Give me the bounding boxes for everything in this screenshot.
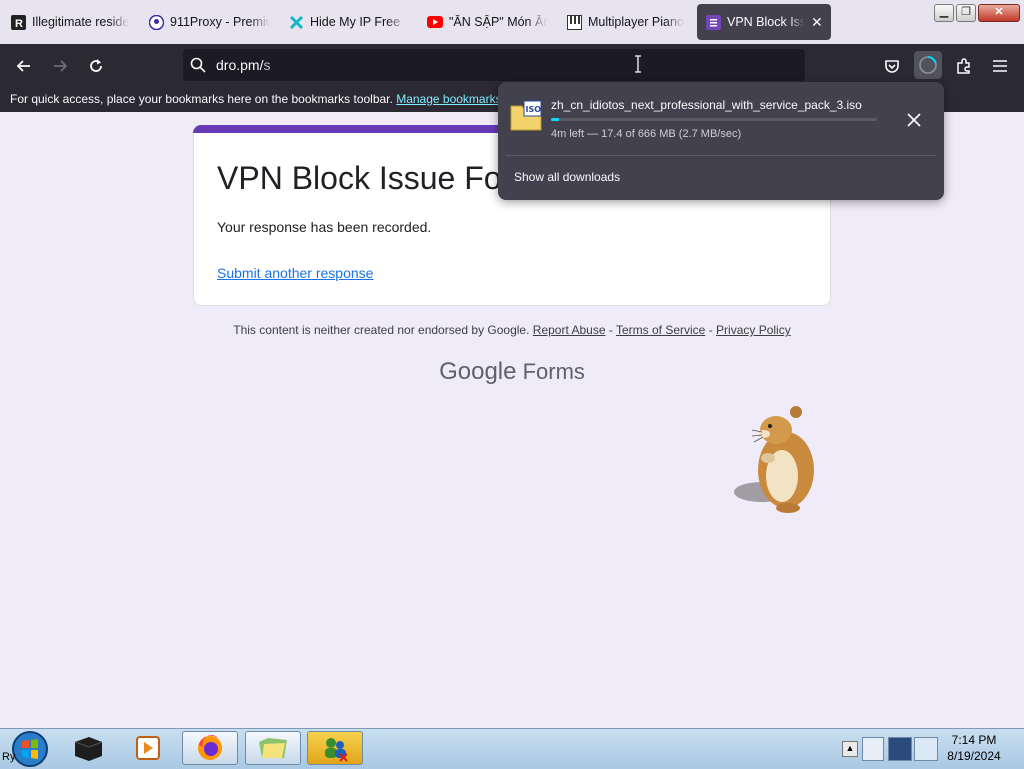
url-text[interactable]: dro.pm/s: [216, 57, 270, 73]
show-all-downloads-button[interactable]: Show all downloads: [514, 170, 620, 184]
minimize-icon[interactable]: ▁: [934, 4, 954, 22]
taskbar-app-box[interactable]: [60, 731, 116, 765]
reload-icon[interactable]: [84, 54, 108, 78]
tab-illegitimate[interactable]: R Illegitimate reside: [10, 4, 130, 40]
form-title: VPN Block Issue Form: [217, 160, 539, 196]
pocket-icon[interactable]: [880, 54, 904, 78]
restore-icon[interactable]: ❐: [956, 4, 976, 22]
extensions-icon[interactable]: [952, 54, 976, 78]
media-player-icon: [136, 736, 160, 760]
taskbar-clock[interactable]: 7:14 PM 8/19/2024: [944, 732, 1004, 764]
tray-app-icon[interactable]: [862, 737, 884, 761]
disclaimer-text: This content is neither created nor endo…: [233, 323, 530, 337]
footer-sep: -: [608, 323, 613, 337]
taskbar-app-users[interactable]: [307, 731, 363, 765]
download-status: 4m left — 17.4 of 666 MB (2.7 MB/sec): [551, 128, 742, 140]
911proxy-icon: [148, 14, 164, 30]
clock-date: 8/19/2024: [947, 749, 1001, 763]
folder-icon: [259, 738, 287, 758]
bookmarks-hint: For quick access, place your bookmarks h…: [10, 92, 393, 106]
window-controls: ▁ ❐ ✕: [934, 4, 1020, 22]
url-host: dro.pm/: [216, 57, 264, 73]
tab-label: Multiplayer Piano: [588, 15, 684, 29]
action-center-icon[interactable]: [914, 737, 938, 761]
forms-wordmark: Forms: [522, 359, 585, 384]
forward-icon[interactable]: [48, 54, 72, 78]
taskbar-app-explorer[interactable]: [245, 731, 301, 765]
tab-label: Illegitimate reside: [32, 15, 130, 29]
google-wordmark: Google: [439, 358, 517, 385]
tab-piano[interactable]: Multiplayer Piano: [566, 4, 686, 40]
tab-hidemyip[interactable]: Hide My IP Free -: [288, 4, 406, 40]
close-window-icon[interactable]: ✕: [978, 4, 1020, 22]
manage-bookmarks-link[interactable]: Manage bookmarks...: [396, 92, 511, 106]
download-progress-fill: [551, 118, 560, 121]
search-icon: [186, 53, 210, 77]
tab-label: 911Proxy - Premiu: [170, 15, 270, 29]
submit-another-link[interactable]: Submit another response: [217, 265, 373, 281]
response-recorded-text: Your response has been recorded.: [217, 219, 432, 235]
taskbar: ▲: [0, 728, 1024, 769]
piano-icon: [566, 14, 582, 30]
tab-bar: R Illegitimate reside 911Proxy - Premiu …: [0, 0, 1024, 44]
footer-disclaimer: This content is neither created nor endo…: [0, 323, 1024, 337]
text-cursor-icon: [626, 52, 650, 76]
url-bar[interactable]: [183, 49, 805, 81]
google-forms-logo[interactable]: Google Forms: [0, 358, 1024, 386]
tab-label: Hide My IP Free -: [310, 15, 406, 29]
tab-label: "ĂN SẬP" Món Ăn: [449, 15, 547, 29]
downloads-panel: ISO zh_cn_idiotos_next_professional_with…: [498, 82, 944, 200]
taskbar-app-media[interactable]: [120, 731, 176, 765]
footer-sep: -: [708, 323, 713, 337]
tab-youtube[interactable]: "ĂN SẬP" Món Ăn: [427, 4, 547, 40]
svg-text:R: R: [15, 18, 23, 30]
users-icon: [325, 738, 348, 762]
back-icon[interactable]: [12, 54, 36, 78]
r-icon: R: [10, 14, 26, 30]
url-path: s: [263, 57, 271, 73]
youtube-icon: [427, 14, 443, 30]
clock-time: 7:14 PM: [951, 733, 997, 747]
close-tab-icon[interactable]: ✕: [811, 14, 823, 31]
tab-vpn-block-issue[interactable]: VPN Block Issu ✕: [697, 4, 831, 40]
firefox-icon: [198, 734, 222, 760]
tab-label: VPN Block Issu: [727, 15, 805, 29]
downloads-icon[interactable]: [914, 51, 942, 79]
forms-icon: [705, 14, 721, 30]
terms-link[interactable]: Terms of Service: [616, 323, 705, 337]
box-icon: [74, 737, 103, 761]
privacy-link[interactable]: Privacy Policy: [716, 323, 791, 337]
menu-icon[interactable]: [988, 54, 1012, 78]
hidemyip-icon: [288, 14, 304, 30]
iso-file-icon: ISO: [510, 100, 542, 131]
hamster-image: [734, 406, 814, 513]
cancel-download-icon[interactable]: [902, 108, 926, 132]
download-filename[interactable]: zh_cn_idiotos_next_professional_with_ser…: [551, 98, 862, 112]
iso-label: ISO: [526, 105, 542, 114]
download-progress-bar: [551, 118, 877, 121]
divider: [506, 155, 936, 156]
start-label: Ry: [2, 751, 16, 763]
tray-expand-icon[interactable]: ▲: [842, 741, 858, 757]
tab-911proxy[interactable]: 911Proxy - Premiu: [148, 4, 270, 40]
report-abuse-link[interactable]: Report Abuse: [533, 323, 606, 337]
network-icon[interactable]: [888, 737, 912, 761]
taskbar-app-firefox[interactable]: [182, 731, 238, 765]
